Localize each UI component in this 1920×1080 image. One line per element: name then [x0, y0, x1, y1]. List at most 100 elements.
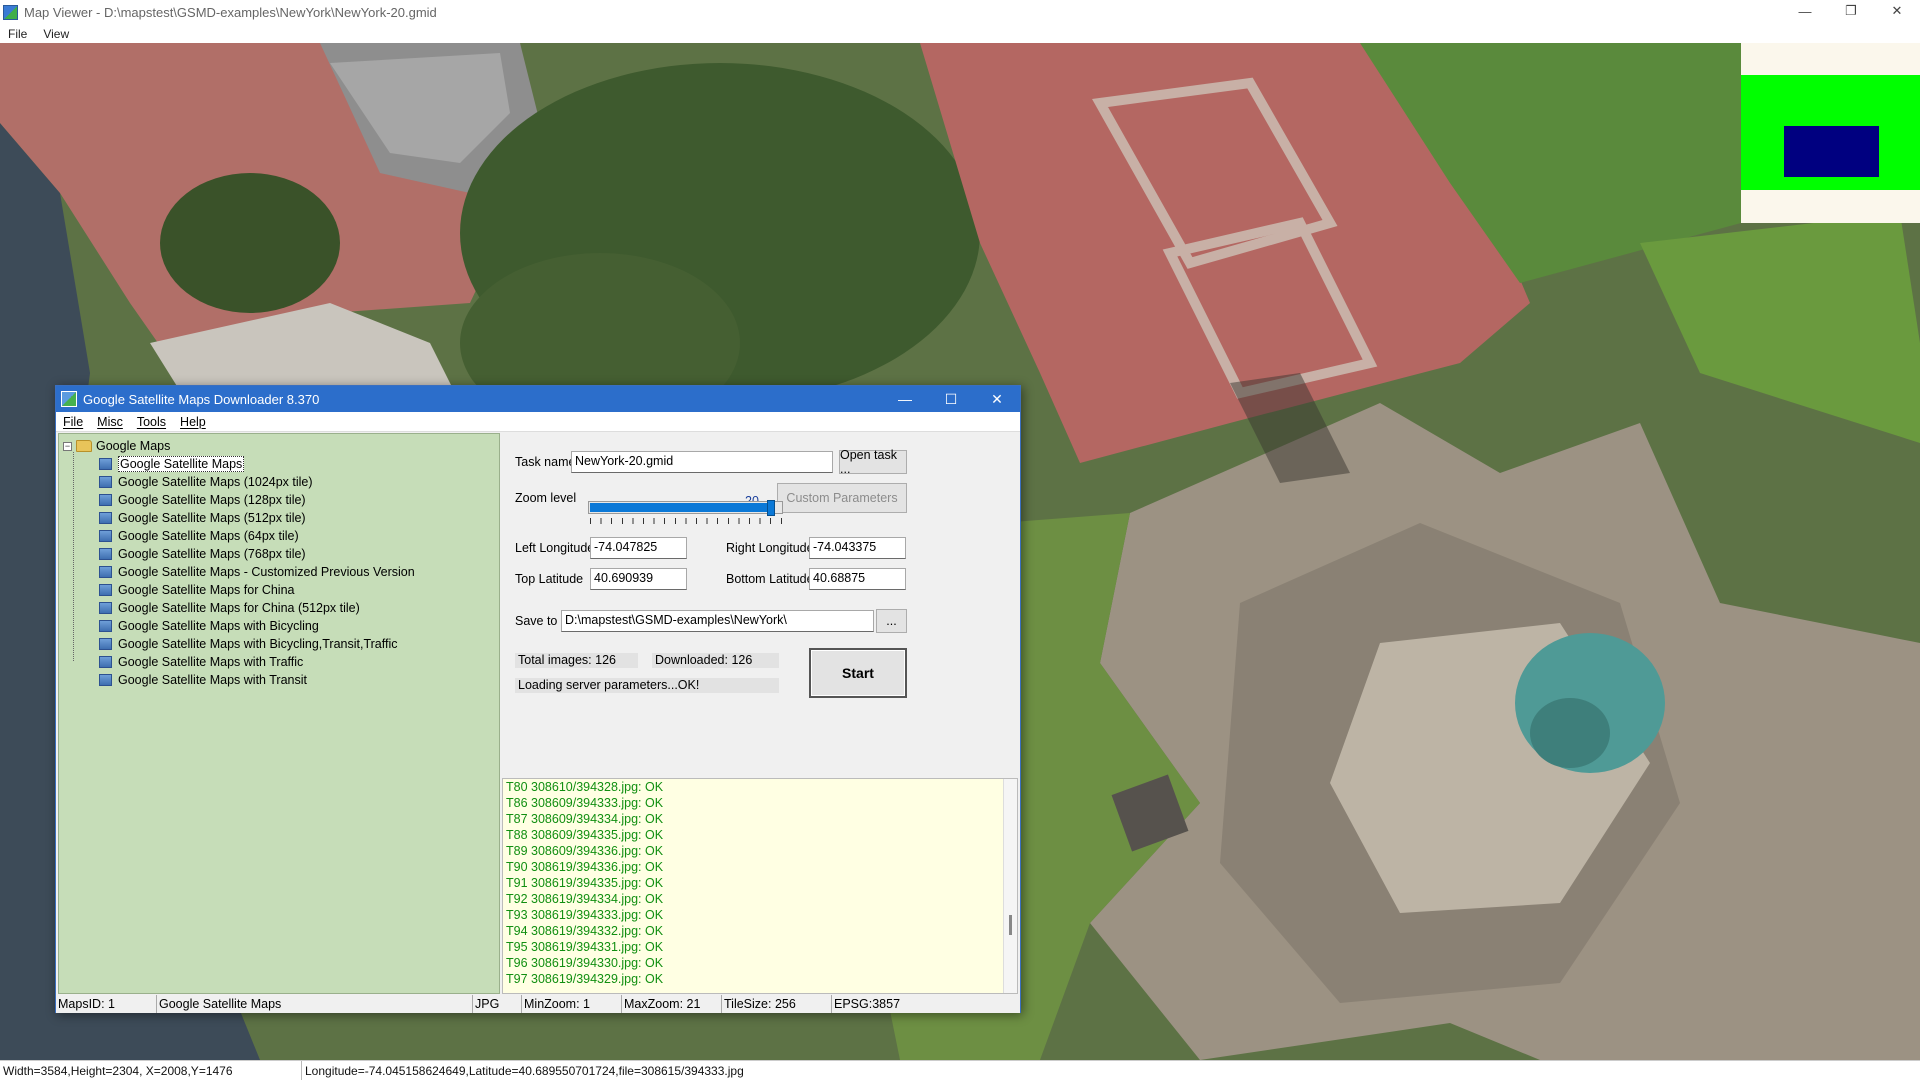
status-epsg: EPSG:3857 — [834, 997, 901, 1011]
tree-item-label: Google Satellite Maps with Traffic — [118, 655, 304, 669]
status-min-zoom: MinZoom: 1 — [522, 995, 622, 1013]
status-dimensions: Width=3584,Height=2304, X=2008,Y=1476 — [0, 1061, 302, 1080]
task-name-input[interactable]: NewYork-20.gmid — [571, 451, 833, 473]
left-longitude-input[interactable]: -74.047825 — [590, 537, 687, 559]
tree-items: Google Satellite Maps Google Satellite Ma… — [99, 455, 415, 689]
zoom-level-label: Zoom level — [515, 491, 577, 505]
custom-parameters-button[interactable]: Custom Parameters — [777, 483, 907, 513]
tree-item[interactable]: Google Satellite Maps — [99, 455, 415, 473]
statusbar: Width=3584,Height=2304, X=2008,Y=1476 Lo… — [0, 1060, 1920, 1080]
top-latitude-label: Top Latitude — [515, 572, 584, 586]
tree-item-label: Google Satellite Maps with Bicycling — [118, 619, 319, 633]
tree-item[interactable]: Google Satellite Maps with Traffic — [99, 653, 415, 671]
tree-item-label: Google Satellite Maps for China — [118, 583, 295, 597]
minimize-button[interactable]: — — [1782, 0, 1828, 22]
tree-item-label: Google Satellite Maps - Customized Previ… — [118, 565, 415, 579]
tree-item[interactable]: Google Satellite Maps with Bicycling,Tra… — [99, 635, 415, 653]
dialog-statusbar: MapsID: 1 Google Satellite Maps JPG MinZ… — [56, 995, 1020, 1013]
map-layer-icon — [99, 548, 112, 560]
tree-item-label: Google Satellite Maps (512px tile) — [118, 511, 306, 525]
status-tile-size: TileSize: 256 — [722, 995, 832, 1013]
app-icon — [3, 4, 18, 20]
tree-item[interactable]: Google Satellite Maps - Customized Previ… — [99, 563, 415, 581]
dialog-maximize-button[interactable]: ☐ — [928, 386, 974, 412]
map-source-tree[interactable]: − Google Maps Google Satellite Maps Googl… — [58, 433, 500, 994]
map-layer-icon — [99, 620, 112, 632]
downloaded-text: Downloaded: 126 — [652, 653, 779, 668]
status-coordinates: Longitude=-74.045158624649,Latitude=40.6… — [305, 1063, 744, 1078]
tree-item-label: Google Satellite Maps with Bicycling,Tra… — [118, 637, 398, 651]
menu-view[interactable]: View — [35, 27, 77, 41]
tree-item-label: Google Satellite Maps (768px tile) — [118, 547, 306, 561]
restore-button[interactable]: ❐ — [1828, 0, 1874, 22]
save-path-input[interactable]: D:\mapstest\GSMD-examples\NewYork\ — [561, 610, 874, 632]
dialog-menu-help[interactable]: Help — [173, 415, 213, 429]
dialog-close-button[interactable]: ✕ — [974, 386, 1020, 412]
window-controls: — ❐ ✕ — [1782, 0, 1920, 24]
tree-guide-line — [73, 452, 74, 661]
downloader-dialog: Google Satellite Maps Downloader 8.370 —… — [55, 385, 1021, 1013]
bottom-latitude-label: Bottom Latitude — [726, 572, 814, 586]
right-longitude-label: Right Longitude — [726, 541, 814, 555]
slider-thumb[interactable] — [767, 500, 775, 516]
map-layer-icon — [99, 638, 112, 650]
dialog-menu-misc[interactable]: Misc — [90, 415, 130, 429]
overview-minimap[interactable] — [1741, 43, 1920, 223]
tree-item-label: Google Satellite Maps (128px tile) — [118, 493, 306, 507]
collapse-icon[interactable]: − — [63, 441, 72, 451]
tree-item[interactable]: Google Satellite Maps with Transit — [99, 671, 415, 689]
top-latitude-input[interactable]: 40.690939 — [590, 568, 687, 590]
menu-file[interactable]: File — [0, 27, 35, 41]
status-format: JPG — [473, 995, 522, 1013]
open-task-button[interactable]: Open task ... — [839, 448, 907, 476]
dialog-menu-tools[interactable]: Tools — [130, 415, 173, 429]
log-line: T92 308619/394334.jpg: OK — [506, 892, 664, 906]
log-line: T86 308609/394333.jpg: OK — [506, 796, 664, 810]
tree-item[interactable]: Google Satellite Maps with Bicycling — [99, 617, 415, 635]
bottom-latitude-input[interactable]: 40.68875 — [809, 568, 906, 590]
dialog-title: Google Satellite Maps Downloader 8.370 — [83, 391, 320, 407]
tree-root-label: Google Maps — [96, 439, 171, 453]
tree-item-label: Google Satellite Maps for China (512px t… — [118, 601, 360, 615]
zoom-level-slider[interactable] — [588, 500, 793, 530]
start-button[interactable]: Start — [809, 648, 907, 698]
map-layer-icon — [99, 530, 112, 542]
browse-button[interactable]: ... — [876, 609, 907, 633]
log-line: T94 308619/394332.jpg: OK — [506, 924, 664, 938]
tree-item[interactable]: Google Satellite Maps (1024px tile) — [99, 473, 415, 491]
close-button[interactable]: ✕ — [1874, 0, 1920, 22]
status-map-name: Google Satellite Maps — [157, 995, 473, 1013]
tree-item[interactable]: Google Satellite Maps (64px tile) — [99, 527, 415, 545]
tree-item[interactable]: Google Satellite Maps for China (512px t… — [99, 599, 415, 617]
dialog-minimize-button[interactable]: — — [882, 386, 928, 412]
log-scroll-thumb[interactable] — [1009, 915, 1012, 935]
overview-viewport[interactable] — [1784, 126, 1879, 177]
right-longitude-input[interactable]: -74.043375 — [809, 537, 906, 559]
log-line: T91 308619/394335.jpg: OK — [506, 876, 664, 890]
map-layer-icon — [99, 584, 112, 596]
folder-icon — [76, 440, 92, 452]
menubar: File View — [0, 24, 1920, 43]
map-layer-icon — [99, 602, 112, 614]
tree-item[interactable]: Google Satellite Maps (128px tile) — [99, 491, 415, 509]
log-line: T95 308619/394331.jpg: OK — [506, 940, 664, 954]
log-line: T97 308619/394329.jpg: OK — [506, 972, 664, 986]
log-scrollbar[interactable] — [1003, 779, 1017, 993]
map-layer-icon — [99, 656, 112, 668]
log-line: T88 308609/394335.jpg: OK — [506, 828, 664, 842]
map-layer-icon — [99, 512, 112, 524]
tree-root-google-maps[interactable]: − Google Maps — [63, 438, 170, 454]
map-layer-icon — [99, 494, 112, 506]
tree-item[interactable]: Google Satellite Maps (768px tile) — [99, 545, 415, 563]
tree-item[interactable]: Google Satellite Maps for China — [99, 581, 415, 599]
tree-item-label: Google Satellite Maps (64px tile) — [118, 529, 299, 543]
loading-status-text: Loading server parameters...OK! — [515, 678, 779, 693]
download-log[interactable]: T80 308610/394328.jpg: OK T86 308609/3943… — [502, 778, 1018, 994]
dialog-titlebar: Google Satellite Maps Downloader 8.370 —… — [56, 386, 1020, 412]
status-maps-id: MapsID: 1 — [56, 995, 157, 1013]
dialog-menu-file[interactable]: File — [56, 415, 90, 429]
total-images-text: Total images: 126 — [515, 653, 638, 668]
tree-item-label: Google Satellite Maps (1024px tile) — [118, 475, 313, 489]
left-longitude-label: Left Longitude — [515, 541, 595, 555]
tree-item[interactable]: Google Satellite Maps (512px tile) — [99, 509, 415, 527]
